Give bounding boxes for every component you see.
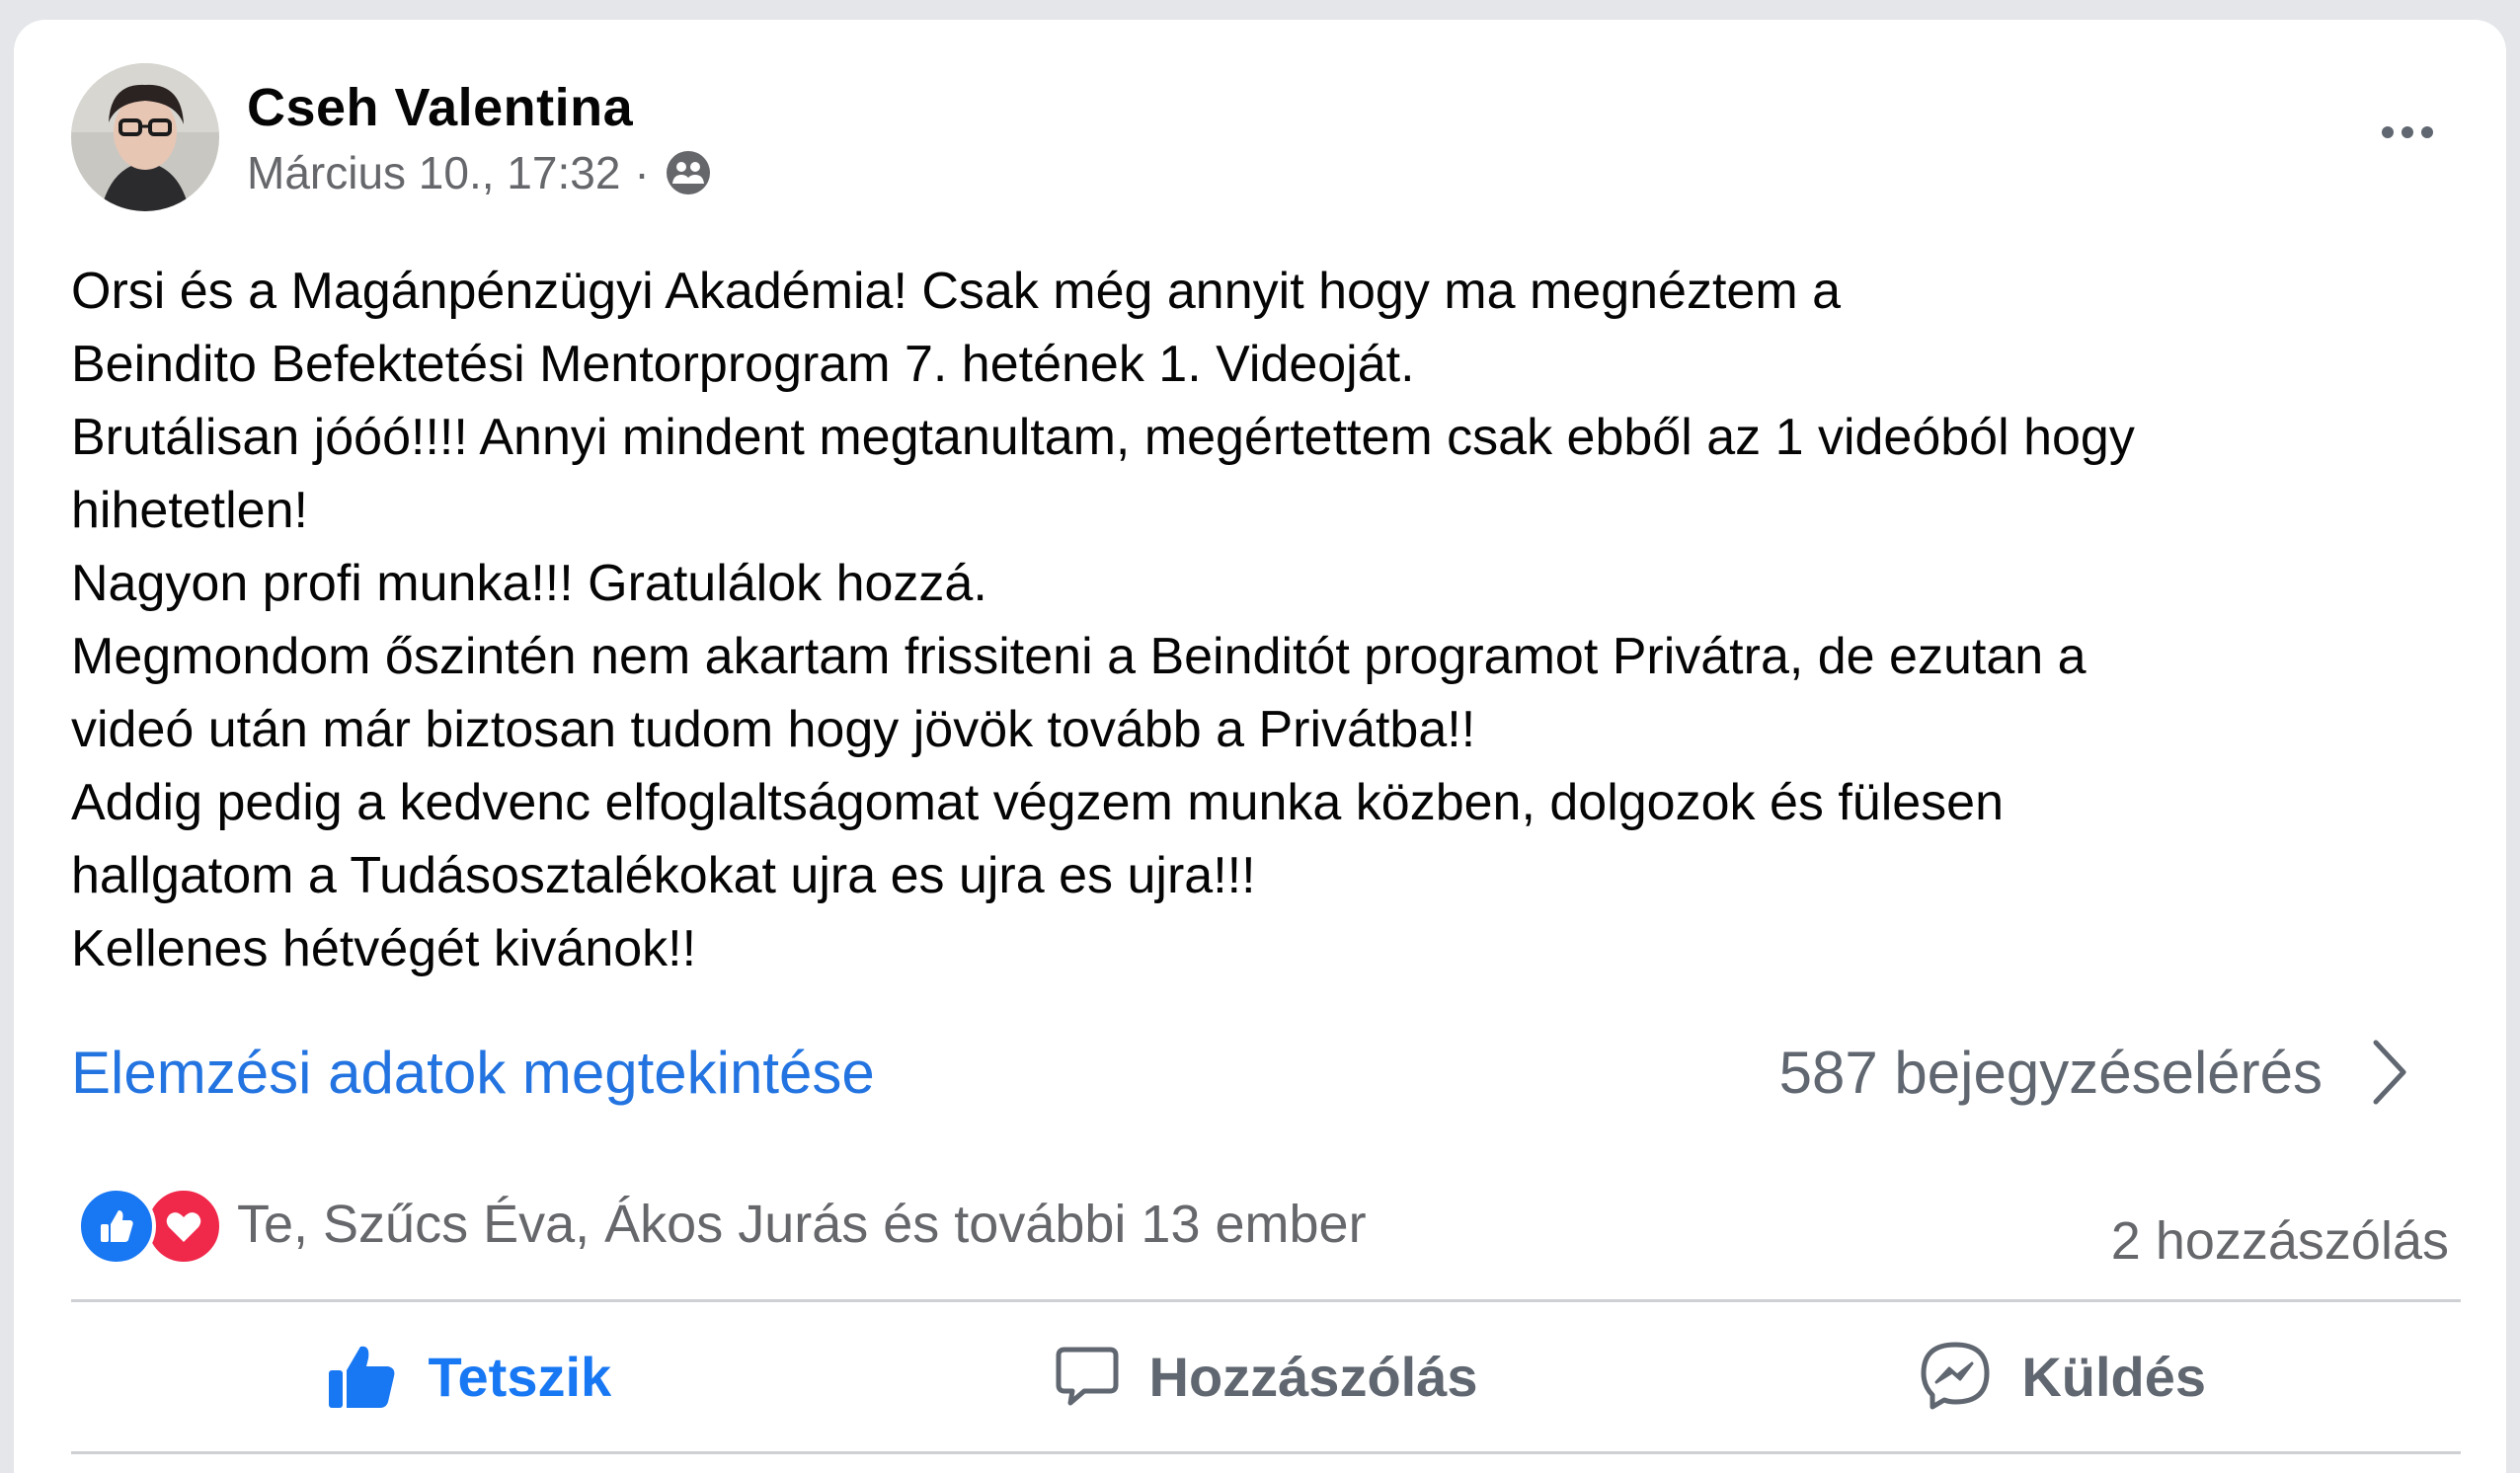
post-line: hallgatom a Tudásosztalékokat ujra es uj… [71, 847, 1256, 904]
like-label: Tetszik [428, 1345, 612, 1408]
send-label: Küldés [2021, 1345, 2207, 1408]
chevron-right-icon [2370, 1037, 2409, 1108]
comment-label: Hozzászólás [1148, 1345, 1478, 1408]
post-line: Brutálisan jóóó!!!! Annyi mindent megtan… [71, 409, 2135, 466]
post-line: Addig pedig a kedvenc elfoglaltságomat v… [71, 774, 2005, 831]
post-line: Orsi és a Magánpénzügyi Akadémia! Csak m… [71, 263, 1842, 320]
action-bar: Tetszik Hozzászólás Küldés [71, 1303, 2461, 1449]
friends-icon[interactable] [664, 148, 713, 197]
messenger-icon [1919, 1340, 1992, 1413]
post-card: Cseh Valentina Március 10., 17:32 · Orsi… [14, 20, 2506, 1473]
view-insights-link[interactable]: Elemzési adatok megtekintése [71, 1039, 875, 1107]
post-line: Nagyon profi munka!!! Gratulálok hozzá. [71, 555, 987, 612]
comment-button[interactable]: Hozzászólás [868, 1303, 1665, 1449]
post-body: Orsi és a Magánpénzügyi Akadémia! Csak m… [71, 255, 2481, 985]
post-timestamp[interactable]: Március 10., 17:32 [247, 146, 620, 199]
post-line: hihetetlen! [71, 482, 308, 539]
send-button[interactable]: Küldés [1664, 1303, 2461, 1449]
divider [71, 1451, 2461, 1454]
comment-count[interactable]: 2 hozzászólás [2111, 1210, 2449, 1272]
engagement-count: 587 bejegyzéselérés [1778, 1039, 2323, 1106]
comment-icon [1055, 1344, 1120, 1409]
avatar[interactable] [71, 63, 219, 211]
like-reaction-icon [77, 1187, 156, 1266]
meta-separator: · [634, 147, 650, 198]
post-meta: Március 10., 17:32 · [247, 146, 713, 199]
reaction-icons [77, 1187, 227, 1266]
like-button[interactable]: Tetszik [71, 1303, 868, 1449]
reactions-summary[interactable]: Te, Szűcs Éva, Ákos Jurás és további 13 … [77, 1187, 1367, 1266]
post-line: videó után már biztosan tudom hogy jövök… [71, 701, 1476, 758]
post-line: Beindito Befektetési Mentorprogram 7. he… [71, 336, 1415, 393]
post-line: Megmondom őszintén nem akartam frissiten… [71, 628, 2087, 685]
divider [71, 1299, 2461, 1302]
more-options-icon[interactable] [2382, 126, 2433, 138]
post-engagement[interactable]: 587 bejegyzéselérés [1779, 1037, 2409, 1108]
love-reaction-icon [144, 1187, 223, 1266]
author-name[interactable]: Cseh Valentina [247, 77, 633, 138]
reaction-names: Te, Szűcs Éva, Ákos Jurás és további 13 … [237, 1195, 1367, 1254]
post-line: Kellenes hétvégét kivánok!! [71, 920, 697, 977]
thumbs-up-icon [327, 1343, 398, 1410]
avatar-photo [71, 63, 219, 211]
